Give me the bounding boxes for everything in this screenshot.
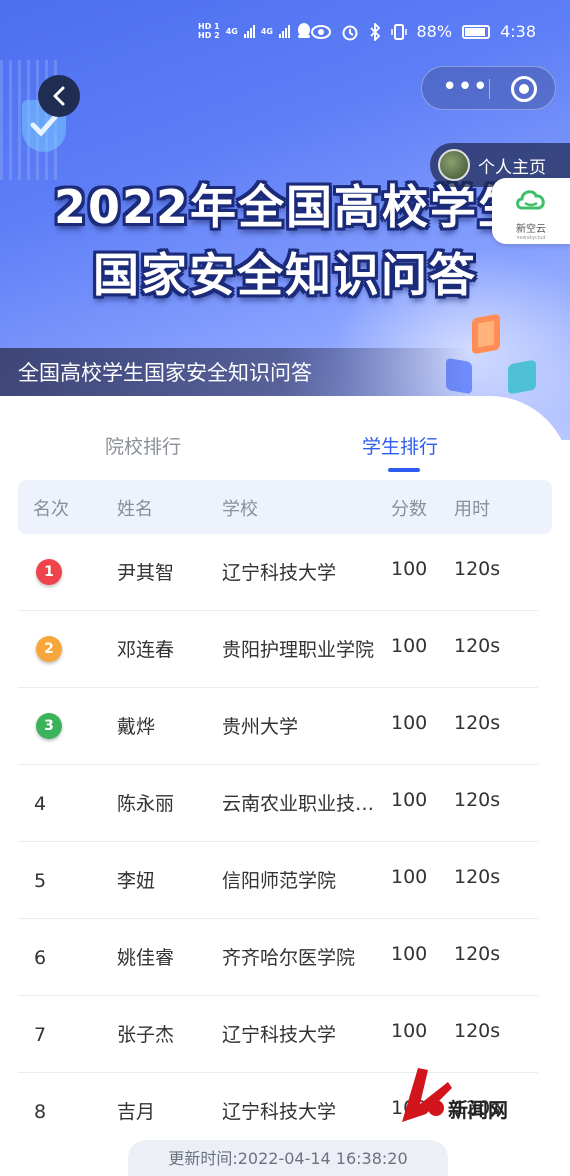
more-dots-icon[interactable]: ••• <box>442 74 488 100</box>
network-type: 4G <box>260 26 273 36</box>
watermark-logo-icon <box>402 1068 452 1122</box>
score: 100 <box>391 712 428 734</box>
ranking-table-body: 1 尹其智 辽宁科技大学 100 120s 2 邓连春 贵阳护理职业学院 100… <box>18 534 538 1150</box>
table-row[interactable]: 4 陈永丽 云南农业职业技… 100 120s <box>18 765 538 842</box>
badge-label: 新空云 <box>516 224 546 235</box>
back-button[interactable] <box>38 75 80 117</box>
table-row[interactable]: 6 姚佳睿 齐齐哈尔医学院 100 120s <box>18 919 538 996</box>
school-name: 辽宁科技大学 <box>222 1101 337 1123</box>
network-type: 4G <box>225 26 238 36</box>
personal-homepage-label: 个人主页 <box>478 157 546 178</box>
close-target-icon[interactable] <box>511 76 537 102</box>
time-used: 120s <box>454 789 501 811</box>
rank-number: 5 <box>34 870 47 892</box>
school-name: 齐齐哈尔医学院 <box>222 947 356 969</box>
header-time: 用时 <box>454 499 490 520</box>
header-score: 分数 <box>391 499 427 520</box>
update-time: 更新时间:2022-04-14 16:38:20 <box>128 1140 448 1176</box>
table-row[interactable]: 3 戴烨 贵州大学 100 120s <box>18 688 538 765</box>
status-bar: HD 1 HD 2 4G 4G 88% 4:38 <box>0 0 570 66</box>
score: 100 <box>391 943 428 965</box>
battery-percent: 88% <box>416 22 453 41</box>
decorative-block <box>508 359 536 395</box>
signal-icon <box>278 24 290 38</box>
eye-icon <box>310 24 331 39</box>
time-used: 120s <box>454 943 501 965</box>
decorative-block <box>472 313 500 355</box>
time-used: 120s <box>454 866 501 888</box>
banner-title: 2022年全国高校学生 国家安全知识问答 <box>53 180 527 302</box>
avatar <box>438 149 470 181</box>
score: 100 <box>391 558 428 580</box>
signal-icon <box>243 24 255 38</box>
capsule-divider <box>489 79 490 99</box>
watermark-text: 新闻网 <box>448 1098 508 1122</box>
bluetooth-icon <box>369 22 380 41</box>
school-name: 贵阳护理职业学院 <box>222 639 375 661</box>
table-row[interactable]: 2 邓连春 贵阳护理职业学院 100 120s <box>18 611 538 688</box>
battery-icon <box>462 24 491 39</box>
rank-medal-silver: 2 <box>36 636 62 662</box>
school-name: 云南农业职业技… <box>222 793 375 815</box>
banner-subtitle: 全国高校学生国家安全知识问答 <box>0 348 470 398</box>
school-name: 信阳师范学院 <box>222 870 337 892</box>
rank-number: 4 <box>34 793 47 815</box>
student-name: 戴烨 <box>117 716 156 738</box>
back-icon <box>53 86 65 106</box>
school-name: 辽宁科技大学 <box>222 562 337 584</box>
tab-student-ranking[interactable]: 学生排行 <box>362 432 438 459</box>
table-row[interactable]: 7 张子杰 辽宁科技大学 100 120s <box>18 996 538 1073</box>
rank-number: 7 <box>34 1024 47 1046</box>
vibrate-icon <box>390 23 407 40</box>
hd-indicator: HD 1 HD 2 <box>198 22 220 40</box>
school-name: 辽宁科技大学 <box>222 1024 337 1046</box>
student-name: 尹其智 <box>117 562 175 584</box>
news-watermark: 新闻网 <box>398 1064 528 1124</box>
time-used: 120s <box>454 558 501 580</box>
ranking-tabs: 院校排行 学生排行 <box>0 396 570 476</box>
score: 100 <box>391 789 428 811</box>
active-tab-indicator <box>388 468 420 472</box>
ranking-card: 院校排行 学生排行 名次 姓名 学校 分数 用时 1 尹其智 辽宁科技大学 10… <box>0 396 570 1176</box>
table-row[interactable]: 5 李妞 信阳师范学院 100 120s <box>18 842 538 919</box>
rank-medal-gold: 1 <box>36 559 62 585</box>
score: 100 <box>391 1020 428 1042</box>
time-used: 120s <box>454 1020 501 1042</box>
header-school: 学校 <box>222 499 258 520</box>
student-name: 邓连春 <box>117 639 175 661</box>
student-name: 吉月 <box>117 1101 156 1123</box>
cloud-logo-icon <box>516 190 545 210</box>
miniprogram-capsule: ••• <box>421 66 556 110</box>
student-name: 张子杰 <box>117 1024 175 1046</box>
table-header: 名次 姓名 学校 分数 用时 <box>18 480 552 534</box>
table-row[interactable]: 1 尹其智 辽宁科技大学 100 120s <box>18 534 538 611</box>
rank-number: 8 <box>34 1101 47 1123</box>
clock: 4:38 <box>500 22 536 41</box>
student-name: 姚佳睿 <box>117 947 175 969</box>
school-name: 贵州大学 <box>222 716 299 738</box>
newsky-cloud-badge[interactable]: 新空云 newskyclud <box>492 178 570 244</box>
time-used: 120s <box>454 635 501 657</box>
score: 100 <box>391 635 428 657</box>
header-rank: 名次 <box>33 499 69 520</box>
rank-medal-bronze: 3 <box>36 713 62 739</box>
student-name: 陈永丽 <box>117 793 175 815</box>
score: 100 <box>391 866 428 888</box>
alarm-icon <box>342 25 357 40</box>
rank-number: 6 <box>34 947 47 969</box>
time-used: 120s <box>454 712 501 734</box>
student-name: 李妞 <box>117 870 156 892</box>
badge-sublabel: newskyclud <box>516 235 546 241</box>
tab-school-ranking[interactable]: 院校排行 <box>105 432 181 459</box>
header-name: 姓名 <box>117 499 153 520</box>
